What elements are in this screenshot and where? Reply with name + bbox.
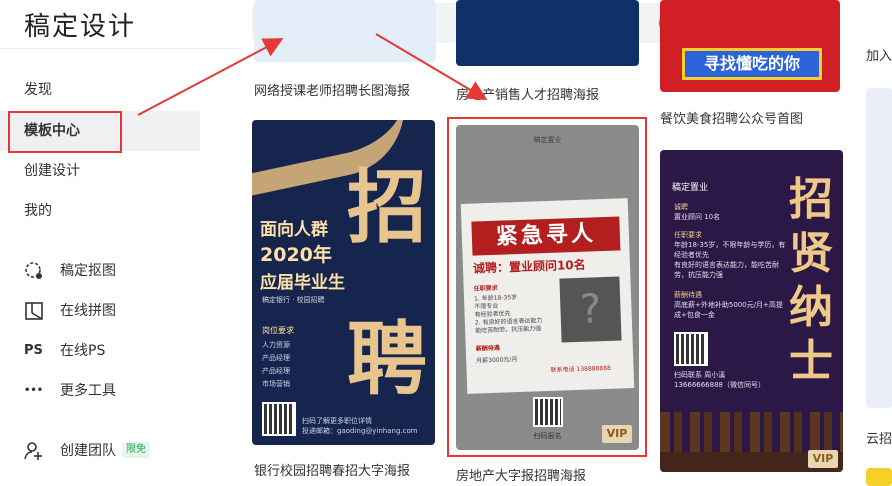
template-caption[interactable]: 房地产大字报招聘海报 <box>456 465 586 484</box>
template-caption[interactable]: 加入 <box>866 45 892 64</box>
poster-text: 面向人群 <box>260 220 328 240</box>
poster-text: 任职要求 <box>473 284 498 293</box>
qr-code <box>262 402 296 436</box>
poster-text: 劳，抗压能力强 <box>674 271 723 279</box>
poster-text: 联系电话 138888888 <box>550 364 611 374</box>
poster-text: 稿定置业 <box>672 183 709 193</box>
poster-text: 人力资源 <box>262 341 290 349</box>
person-silhouette: ? <box>559 276 622 343</box>
poster-text: 扫码了解更多职位详情 <box>302 417 372 425</box>
poster-banner: 紧急寻人 <box>471 216 621 256</box>
poster-text: 年龄18-35岁，不限年龄与学历，有 <box>674 241 786 249</box>
poster-text: 高底薪+外地补助5000元/月+高提 <box>674 301 783 309</box>
poster-text: 产品经理 <box>262 354 290 362</box>
template-thumb[interactable] <box>866 468 892 486</box>
template-thumb[interactable] <box>866 88 892 408</box>
cutout-icon <box>25 262 42 279</box>
tool-label: 更多工具 <box>60 383 116 399</box>
qr-code <box>674 332 708 366</box>
poster-text: 任职要求 <box>674 231 702 239</box>
poster-text: 稿定银行 · 校园招聘 <box>262 296 325 304</box>
sidebar-item-create[interactable]: 创建设计 <box>0 151 200 191</box>
poster-text: 置业顾问 10名 <box>674 213 721 221</box>
template-caption[interactable]: 餐饮美食招聘公众号首图 <box>660 108 803 127</box>
template-caption[interactable]: 银行校园招聘春招大字海报 <box>254 460 410 479</box>
poster-big-char: 纳 <box>789 282 833 333</box>
template-caption[interactable]: 网络授课老师招聘长图海报 <box>254 80 410 99</box>
app-logo[interactable]: 稿定设计 <box>24 6 136 43</box>
tool-label: 在线拼图 <box>60 303 116 319</box>
poster-big-char: 招 <box>347 161 427 254</box>
free-badge: 限免 <box>122 442 150 458</box>
qr-code <box>533 397 563 427</box>
poster-text: 2020年 <box>260 244 332 266</box>
poster-text: 成+包食一金 <box>674 311 715 319</box>
template-card[interactable]: 招 聘 面向人群 2020年 应届毕业生 稿定银行 · 校园招聘 岗位要求 人力… <box>252 120 435 445</box>
poster-text: 应届毕业生 <box>260 273 345 293</box>
poster-text: 有良好的语言表达能力，能吃苦耐 <box>674 261 779 269</box>
highlight-box <box>8 111 122 153</box>
poster-text: 投递邮箱：gaoding@yinhang.com <box>302 427 418 435</box>
collage-icon <box>25 302 43 320</box>
template-caption[interactable]: 房地产销售人才招聘海报 <box>456 84 599 103</box>
poster-text: 稿定置业 <box>533 136 562 144</box>
template-card[interactable]: 稿定置业 紧急寻人 诚聘：置业顾问10名 任职要求 1. 年龄18-35岁 不限… <box>456 125 639 450</box>
poster-text: 能吃苦耐劳，抗压能力强 <box>475 325 542 335</box>
poster-big-char: 聘 <box>347 313 427 406</box>
vip-badge: VIP <box>808 450 838 468</box>
template-thumb[interactable]: 寻找懂吃的你 <box>660 0 840 92</box>
poster-text: 诚聘 <box>674 203 688 211</box>
tool-label: 创建团队 <box>60 443 116 459</box>
poster-big-char: 士 <box>789 336 833 387</box>
tool-label: 在线PS <box>60 343 106 359</box>
poster-text: 岗位要求 <box>262 326 294 335</box>
poster-text: 产品经理 <box>262 367 290 375</box>
sidebar-item-mine[interactable]: 我的 <box>0 191 200 231</box>
sidebar-item-discover[interactable]: 发现 <box>0 70 200 110</box>
poster-text: 13666666888（微信同号） <box>674 381 765 389</box>
template-caption[interactable]: 云招 <box>866 428 892 447</box>
poster-text: 经验者优先 <box>674 251 709 259</box>
poster-big-char: 招 <box>789 174 833 225</box>
poster-text: 薪酬待遇 <box>674 291 702 299</box>
template-thumb[interactable] <box>456 0 639 66</box>
poster-text: 市场营销 <box>262 380 290 388</box>
thumb-text: 寻找懂吃的你 <box>682 48 822 80</box>
header-divider <box>0 48 240 49</box>
ps-icon: PS <box>24 343 43 358</box>
newspaper: 紧急寻人 诚聘：置业顾问10名 任职要求 1. 年龄18-35岁 不限专业 有经… <box>460 198 635 394</box>
poster-text: 薪酬待遇 <box>475 344 500 353</box>
add-team-icon <box>24 442 42 460</box>
tool-label: 稿定抠图 <box>60 263 116 279</box>
poster-text: 扫码联系 周小溪 <box>674 371 726 379</box>
poster-big-char: 贤 <box>789 228 833 279</box>
poster-text: 月薪3000元/月 <box>476 356 518 365</box>
template-thumb[interactable] <box>254 0 436 62</box>
template-card[interactable]: 稿定置业 招 贤 纳 士 诚聘 置业顾问 10名 任职要求 年龄18-35岁，不… <box>660 150 843 472</box>
more-icon: ••• <box>24 385 44 396</box>
poster-text: 诚聘：置业顾问10名 <box>472 257 586 276</box>
vip-badge: VIP <box>602 425 632 443</box>
